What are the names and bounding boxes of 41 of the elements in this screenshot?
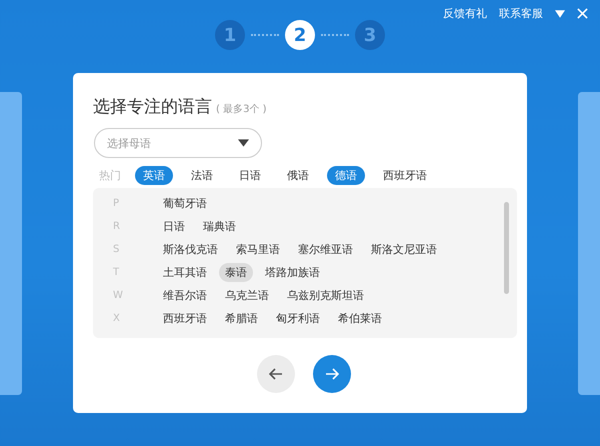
language-chip[interactable]: 俄语 [279, 166, 317, 185]
language-chip[interactable]: 西班牙语 [375, 166, 435, 185]
hot-label: 热门 [99, 168, 121, 183]
language-option[interactable]: 瑞典语 [197, 217, 242, 236]
back-button[interactable] [257, 355, 295, 393]
language-option[interactable]: 维吾尔语 [157, 286, 213, 305]
step-circle: 2 [285, 20, 315, 50]
language-option[interactable]: 索马里语 [230, 240, 286, 259]
card-title: 选择专注的语言 [93, 96, 212, 118]
language-option[interactable]: 土耳其语 [157, 263, 213, 282]
language-option[interactable]: 塔路加族语 [259, 263, 326, 282]
step-circle: 3 [355, 20, 385, 50]
language-chip[interactable]: 德语 [327, 166, 365, 185]
language-option[interactable]: 乌兹别克斯坦语 [281, 286, 370, 305]
header-link[interactable]: 联系客服 [499, 6, 543, 21]
language-option[interactable]: 塞尔维亚语 [292, 240, 359, 259]
close-icon[interactable] [577, 8, 588, 19]
language-option[interactable]: 西班牙语 [157, 309, 213, 328]
dotted-connector [321, 34, 349, 36]
language-option[interactable]: 斯洛伐克语 [157, 240, 224, 259]
language-option[interactable]: 泰语 [219, 263, 253, 282]
scrollbar[interactable] [504, 202, 509, 294]
language-option[interactable]: 匈牙利语 [270, 309, 326, 328]
language-chip[interactable]: 英语 [135, 166, 173, 185]
next-button[interactable] [313, 355, 351, 393]
dropdown-icon[interactable] [555, 10, 565, 18]
language-option[interactable]: 日语 [157, 217, 191, 236]
caret-icon [238, 139, 249, 147]
language-option[interactable]: 乌克兰语 [219, 286, 275, 305]
language-chip[interactable]: 日语 [231, 166, 269, 185]
limit-hint: ( 最多3个 ) [216, 103, 267, 116]
language-option[interactable]: 希伯莱语 [332, 309, 388, 328]
right-arrow-icon [325, 368, 339, 380]
dotted-connector [251, 34, 279, 36]
language-option[interactable]: 斯洛文尼亚语 [365, 240, 443, 259]
language-option[interactable]: 葡萄牙语 [157, 194, 213, 213]
step-circle: 1 [215, 20, 245, 50]
left-arrow-icon [269, 368, 283, 380]
header-link[interactable]: 反馈有礼 [443, 6, 487, 21]
language-option[interactable]: 希腊语 [219, 309, 264, 328]
language-chip[interactable]: 法语 [183, 166, 221, 185]
